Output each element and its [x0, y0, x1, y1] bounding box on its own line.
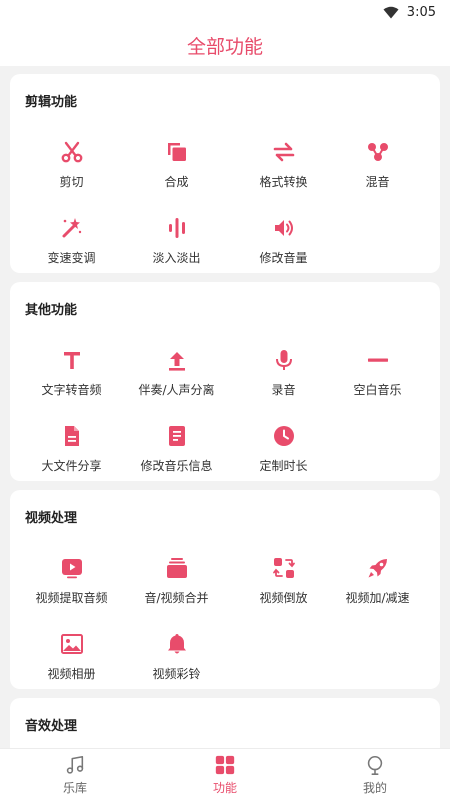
feature-label: 音/视频合并 — [144, 591, 209, 605]
feature-large-file-share-button[interactable]: 大文件分享 — [18, 420, 125, 490]
waveform-icon — [168, 218, 185, 238]
reverse-icon — [272, 558, 295, 578]
feature-label: 视频提取音频 — [35, 591, 108, 605]
status-bar: 3:05 — [0, 0, 450, 24]
feature-custom-duration-button[interactable]: 定制时长 — [230, 420, 337, 490]
status-time: 3:05 — [406, 4, 436, 20]
video-play-icon — [61, 559, 82, 579]
section-other: 其他功能 文字转音频 伴奏/人声分离 录音 空白音乐 大文件分享 修改音乐信息 … — [10, 282, 440, 481]
feature-blank-music-button[interactable]: 空白音乐 — [324, 344, 431, 414]
feature-label: 合成 — [164, 175, 189, 189]
nav-label: 我的 — [362, 780, 387, 795]
nav-features[interactable]: 功能 — [150, 749, 300, 800]
grid-icon — [215, 755, 235, 774]
feature-label: 修改音量 — [259, 251, 308, 265]
layers-icon — [166, 558, 187, 578]
feature-merge-button[interactable]: 合成 — [123, 136, 230, 206]
mix-nodes-icon — [367, 143, 388, 161]
feature-video-ringtone-button[interactable]: 视频彩铃 — [123, 628, 230, 698]
bell-icon — [167, 634, 186, 654]
feature-label: 剪切 — [59, 175, 84, 189]
feature-label: 定制时长 — [259, 459, 308, 473]
feature-label: 变速变调 — [47, 251, 96, 265]
feature-label: 伴奏/人声分离 — [138, 383, 215, 397]
bottom-nav: 乐库 功能 我的 — [0, 748, 450, 800]
section-sound-effects: 音效处理 — [10, 698, 440, 748]
wifi-icon — [383, 6, 399, 18]
clock-icon — [273, 426, 294, 446]
feature-label: 修改音乐信息 — [140, 459, 213, 473]
section-title: 视频处理 — [25, 511, 78, 526]
section-title: 音效处理 — [25, 719, 78, 734]
feature-vocal-separation-button[interactable]: 伴奏/人声分离 — [123, 344, 230, 414]
text-t-icon — [63, 352, 80, 369]
feature-record-button[interactable]: 录音 — [230, 344, 337, 414]
feature-label: 淡入淡出 — [152, 251, 201, 265]
minus-icon — [367, 358, 388, 362]
feature-label: 文字转音频 — [41, 383, 102, 397]
feature-video-speed-button[interactable]: 视频加/减速 — [324, 552, 431, 622]
nav-label: 功能 — [212, 780, 237, 795]
rocket-icon — [368, 559, 387, 578]
feature-video-reverse-button[interactable]: 视频倒放 — [230, 552, 337, 622]
nav-label: 乐库 — [62, 780, 87, 795]
scissors-icon — [61, 141, 82, 163]
page-title: 全部功能 — [186, 35, 263, 58]
magic-wand-icon — [62, 218, 81, 238]
photo-album-icon — [60, 634, 83, 654]
nav-profile[interactable]: 我的 — [300, 749, 450, 800]
microphone-icon — [275, 350, 292, 370]
feature-label: 大文件分享 — [41, 459, 102, 473]
feature-label: 视频相册 — [47, 667, 96, 681]
file-icon — [64, 426, 79, 446]
feature-video-album-button[interactable]: 视频相册 — [18, 628, 125, 698]
feature-label: 格式转换 — [259, 175, 308, 189]
feature-extract-audio-button[interactable]: 视频提取音频 — [18, 552, 125, 622]
feature-list[interactable]: 剪辑功能 剪切 合成 格式转换 混音 变速变调 淡入淡出 修改音量 其他功能 文… — [0, 66, 450, 748]
document-icon — [168, 426, 185, 446]
nav-library[interactable]: 乐库 — [0, 749, 150, 800]
upload-icon — [168, 352, 185, 371]
section-title: 其他功能 — [25, 303, 78, 318]
feature-cut-button[interactable]: 剪切 — [18, 136, 125, 206]
feature-label: 空白音乐 — [353, 383, 402, 397]
section-edit: 剪辑功能 剪切 合成 格式转换 混音 变速变调 淡入淡出 修改音量 — [10, 74, 440, 273]
profile-icon — [367, 755, 383, 775]
feature-fade-button[interactable]: 淡入淡出 — [123, 212, 230, 282]
section-title: 剪辑功能 — [25, 95, 78, 110]
page-header: 全部功能 — [0, 24, 450, 66]
feature-speed-pitch-button[interactable]: 变速变调 — [18, 212, 125, 282]
music-note-icon — [66, 755, 84, 774]
feature-mix-button[interactable]: 混音 — [324, 136, 431, 206]
feature-av-merge-button[interactable]: 音/视频合并 — [123, 552, 230, 622]
feature-format-convert-button[interactable]: 格式转换 — [230, 136, 337, 206]
feature-edit-music-info-button[interactable]: 修改音乐信息 — [123, 420, 230, 490]
feature-label: 录音 — [271, 383, 296, 397]
section-video: 视频处理 视频提取音频 音/视频合并 视频倒放 视频加/减速 视频相册 视频彩铃 — [10, 490, 440, 689]
swap-arrows-icon — [273, 142, 294, 162]
feature-label: 视频彩铃 — [152, 667, 201, 681]
feature-label: 视频倒放 — [259, 591, 308, 605]
feature-text-to-audio-button[interactable]: 文字转音频 — [18, 344, 125, 414]
volume-icon — [274, 220, 293, 236]
merge-icon — [167, 143, 186, 161]
feature-label: 视频加/减速 — [345, 591, 410, 605]
feature-volume-button[interactable]: 修改音量 — [230, 212, 337, 282]
feature-label: 混音 — [365, 175, 390, 189]
